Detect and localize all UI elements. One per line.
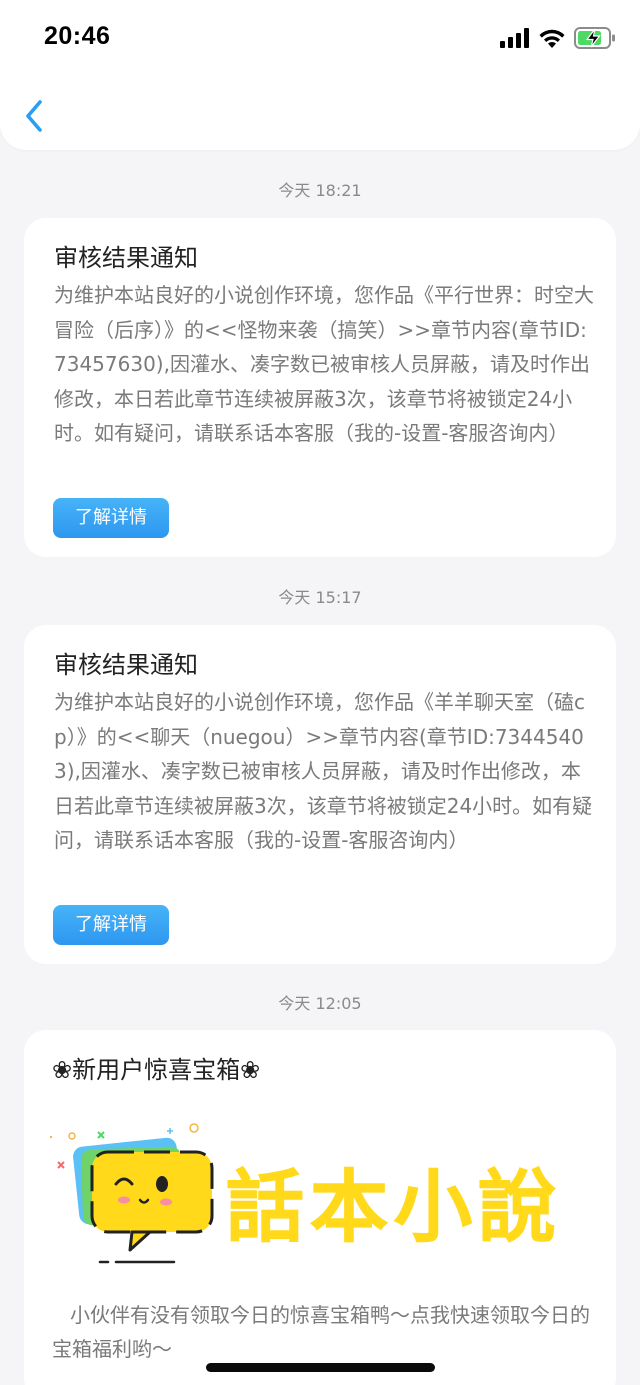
message-timestamp: 今天 15:17	[278, 588, 362, 607]
chevron-left-icon	[26, 100, 42, 132]
message-timestamp: 今天 12:05	[278, 994, 362, 1013]
message-timestamp: 今天 18:21	[278, 181, 362, 200]
promo-text: 小伙伴有没有领取今日的惊喜宝箱鸭～点我快速领取今日的宝箱福利哟～	[52, 1303, 590, 1361]
learn-more-button[interactable]: 了解详情	[53, 905, 169, 945]
signal-icon	[500, 28, 529, 48]
wifi-icon	[539, 29, 565, 48]
message-title: 审核结果通知	[54, 651, 198, 679]
message-card[interactable]: 审核结果通知 为维护本站良好的小说创作环境，您作品《平行世界：时空大冒险（后序）…	[24, 218, 616, 557]
logo-text: 話本小說	[226, 1163, 562, 1253]
promo-banner[interactable]: 話本小說	[48, 1122, 588, 1272]
notification-screen: 20:46 今天 18:21 审核结果通知 为维护本站良好的小说创作环境，您作品…	[0, 0, 640, 1385]
back-button[interactable]	[18, 94, 58, 138]
message-body: 为维护本站良好的小说创作环境，您作品《羊羊聊天室（磕cp）》的<<聊天（nueg…	[54, 690, 593, 853]
mascot-logo: 話本小說	[50, 1123, 562, 1264]
message-body: 为维护本站良好的小说创作环境，您作品《平行世界：时空大冒险（后序）》的<<怪物来…	[54, 283, 594, 446]
status-time: 20:46	[44, 22, 111, 50]
promo-card[interactable]: ❀新用户惊喜宝箱❀ 話本小說 小伙伴有没有领取今日的惊喜宝箱鸭～点我快速领取今日…	[24, 1030, 616, 1385]
top-bar: 20:46	[0, 0, 640, 150]
home-indicator[interactable]	[206, 1363, 435, 1372]
promo-title: ❀新用户惊喜宝箱❀	[52, 1056, 261, 1084]
message-title: 审核结果通知	[54, 244, 198, 272]
message-card[interactable]: 审核结果通知 为维护本站良好的小说创作环境，您作品《羊羊聊天室（磕cp）》的<<…	[24, 625, 616, 964]
status-icons	[500, 26, 616, 50]
battery-charging-icon	[574, 27, 615, 49]
learn-more-button[interactable]: 了解详情	[53, 498, 169, 538]
